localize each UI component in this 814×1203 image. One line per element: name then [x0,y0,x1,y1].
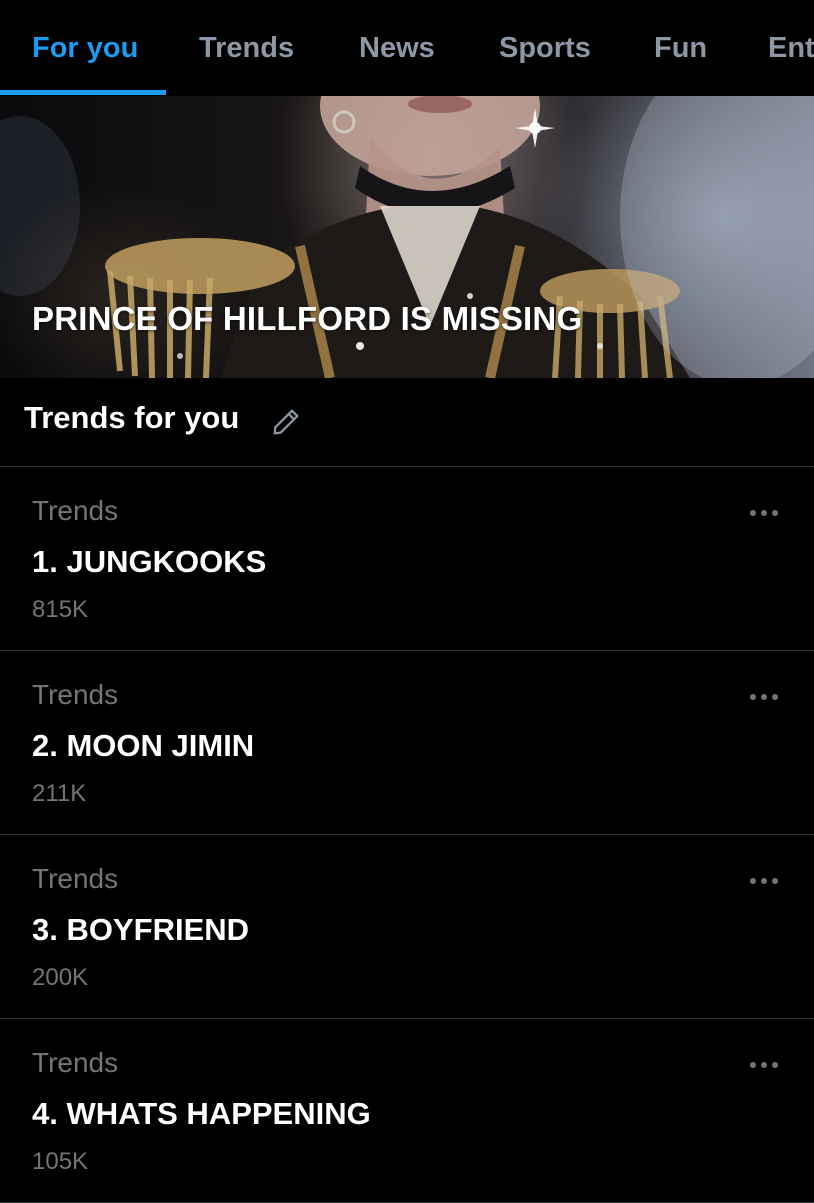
hero-banner[interactable]: PRINCE OF HILLFORD IS MISSING [0,96,814,378]
trend-count: 105K [32,1148,89,1175]
trend-name: 3. BOYFRIEND [32,912,250,947]
trend-count: 200K [32,964,89,991]
trend-count: 211K [32,780,87,807]
trends-section-header: Trends for you [0,378,814,467]
tab-sports[interactable]: Sports [499,0,591,96]
tab-news[interactable]: News [359,0,435,96]
trend-item[interactable]: Trends 4. WHATS HAPPENING 105K [0,1019,814,1203]
trend-name: 2. MOON JIMIN [32,728,255,763]
hero-headline: PRINCE OF HILLFORD IS MISSING [32,300,583,337]
tab-trends[interactable]: Trends [199,0,294,96]
more-horizontal-icon[interactable] [744,687,784,707]
pencil-icon[interactable] [270,406,302,438]
trend-list: Trends 1. JUNGKOOKS 815K Trends 2. MOON … [0,467,814,1203]
trend-item[interactable]: Trends 2. MOON JIMIN 211K [0,651,814,835]
trend-context: Trends [32,495,119,526]
trend-item[interactable]: Trends 3. BOYFRIEND 200K [0,835,814,1019]
tab-fun[interactable]: Fun [654,0,707,96]
tab-entertainment[interactable]: Ent [768,0,814,96]
trend-context: Trends [32,863,119,894]
more-horizontal-icon[interactable] [744,1055,784,1075]
more-horizontal-icon[interactable] [744,871,784,891]
trend-context: Trends [32,1047,119,1078]
more-horizontal-icon[interactable] [744,503,784,523]
active-tab-indicator [0,90,166,95]
trend-count: 815K [32,596,89,623]
trend-name: 4. WHATS HAPPENING [32,1096,371,1131]
trend-name: 1. JUNGKOOKS [32,544,267,579]
tab-for-you[interactable]: For you [32,0,138,96]
trend-context: Trends [32,679,119,710]
section-title: Trends for you [24,400,240,435]
trend-item[interactable]: Trends 1. JUNGKOOKS 815K [0,467,814,651]
explore-tab-bar: For you Trends News Sports Fun Ent [0,0,814,96]
